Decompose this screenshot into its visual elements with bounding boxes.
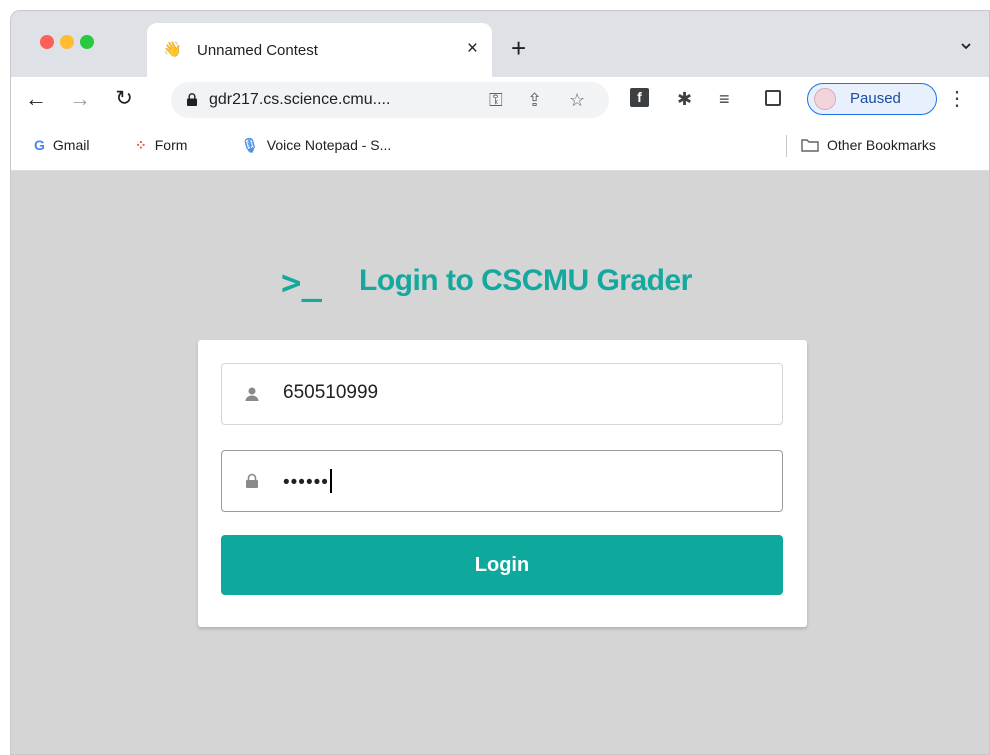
login-button[interactable]: Login xyxy=(221,535,783,595)
username-field[interactable]: 650510999 xyxy=(221,363,783,425)
reading-list-icon[interactable]: ≡ xyxy=(719,88,730,110)
lock-icon xyxy=(246,473,258,488)
login-card: 650510999 •••••• Login xyxy=(198,340,807,627)
folder-icon xyxy=(801,139,819,152)
bookmark-form[interactable]: ⁘ Form xyxy=(135,137,187,154)
tab-title: Unnamed Contest xyxy=(197,42,318,59)
page-content: >_ Login to CSCMU Grader 650510999 •••••… xyxy=(11,172,989,754)
profile-button[interactable]: Paused xyxy=(807,83,937,115)
terminal-prompt-icon: >_ xyxy=(281,263,322,303)
page-title: Login to CSCMU Grader xyxy=(359,264,692,297)
close-window-button[interactable] xyxy=(40,35,54,49)
url-text: gdr217.cs.science.cmu.... xyxy=(209,91,391,108)
zoom-window-button[interactable] xyxy=(80,35,94,49)
bookmarks-divider xyxy=(786,135,787,157)
wave-hand-icon: 👋 xyxy=(163,41,182,58)
bookmarks-bar: G Gmail ⁘ Form 🎙 Voice Notepad - S... Other… xyxy=(11,123,989,171)
tab-strip: 👋 Unnamed Contest × + xyxy=(11,11,989,77)
text-caret xyxy=(329,469,332,493)
more-menu-icon[interactable]: ⋮ xyxy=(947,86,967,111)
facebook-extension-icon[interactable]: f xyxy=(630,88,649,107)
lock-icon xyxy=(187,93,197,106)
share-icon[interactable]: ⇪ xyxy=(527,89,542,111)
form-icon: ⁘ xyxy=(135,137,147,153)
bookmark-gmail[interactable]: G Gmail xyxy=(34,137,89,153)
tab-active[interactable]: 👋 Unnamed Contest × xyxy=(147,23,492,77)
avatar xyxy=(814,88,836,110)
screen: 👋 Unnamed Contest × + ← → ↻ gdr217.cs.sc… xyxy=(0,0,990,755)
minimize-window-button[interactable] xyxy=(60,35,74,49)
username-value: 650510999 xyxy=(283,382,379,403)
address-bar[interactable]: gdr217.cs.science.cmu.... ⚿ ⇪ ☆ xyxy=(171,82,609,118)
user-icon xyxy=(245,387,259,401)
forward-arrow-icon[interactable]: → xyxy=(67,86,93,112)
microphone-icon: 🎙 xyxy=(241,137,259,153)
extensions-puzzle-icon[interactable]: ✱ xyxy=(677,88,692,110)
new-tab-button[interactable]: + xyxy=(511,35,526,61)
google-icon: G xyxy=(34,137,45,153)
password-input-content: •••••• xyxy=(283,469,332,494)
browser-window: 👋 Unnamed Contest × + ← → ↻ gdr217.cs.sc… xyxy=(10,10,990,755)
toolbar: ← → ↻ gdr217.cs.science.cmu.... ⚿ ⇪ ☆ f … xyxy=(11,77,989,123)
reload-icon[interactable]: ↻ xyxy=(111,86,137,112)
chevron-down-icon[interactable] xyxy=(961,41,971,51)
back-arrow-icon[interactable]: ← xyxy=(23,86,49,112)
bookmark-voice-notepad[interactable]: 🎙 Voice Notepad - S... xyxy=(241,137,391,154)
bookmark-other[interactable]: Other Bookmarks xyxy=(801,137,936,153)
profile-status: Paused xyxy=(850,90,901,107)
close-tab-icon[interactable]: × xyxy=(467,39,478,59)
side-panel-icon[interactable] xyxy=(765,90,781,106)
password-key-icon[interactable]: ⚿ xyxy=(489,89,503,111)
password-mask: •••••• xyxy=(283,472,329,493)
bookmark-star-icon[interactable]: ☆ xyxy=(569,89,585,111)
password-field[interactable]: •••••• xyxy=(221,450,783,512)
